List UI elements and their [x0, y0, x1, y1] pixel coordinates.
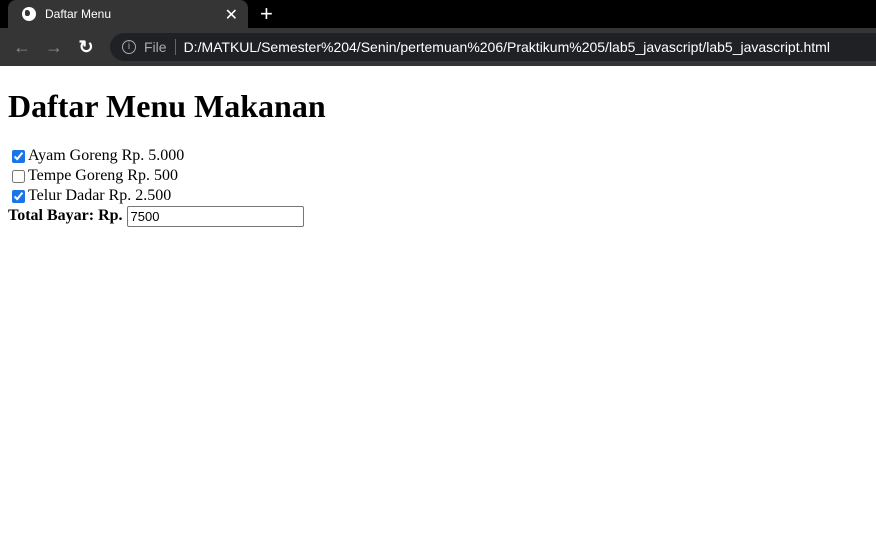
forward-button[interactable]: →	[38, 37, 70, 58]
item-label: Ayam Goreng Rp. 5.000	[28, 147, 185, 164]
page-title: Daftar Menu Makanan	[8, 88, 326, 124]
page-content: Daftar Menu Makanan Ayam Goreng Rp. 5.00…	[0, 88, 876, 227]
menu-item-ayam-goreng[interactable]: Ayam Goreng Rp. 5.000	[8, 146, 868, 166]
menu-item-telur-dadar[interactable]: Telur Dadar Rp. 2.500	[8, 186, 868, 206]
total-row: Total Bayar: Rp.	[8, 205, 868, 227]
close-tab-icon[interactable]: ✕	[225, 5, 238, 25]
globe-icon	[22, 7, 36, 21]
checkbox-tempe-goreng[interactable]	[12, 169, 25, 183]
browser-tab[interactable]: Daftar Menu ✕	[8, 0, 248, 28]
back-button[interactable]: ←	[6, 37, 38, 58]
browser-toolbar: ← → ↻ i File D:/MATKUL/Semester%204/Seni…	[0, 28, 876, 66]
item-label: Tempe Goreng Rp. 500	[28, 167, 178, 184]
tab-title: Daftar Menu	[45, 7, 112, 21]
total-input[interactable]	[126, 205, 304, 227]
reload-button[interactable]: ↻	[70, 37, 102, 58]
url-text: D:/MATKUL/Semester%204/Senin/pertemuan%2…	[183, 39, 830, 55]
item-label: Telur Dadar Rp. 2.500	[28, 187, 172, 204]
total-label: Total Bayar: Rp.	[8, 207, 123, 224]
checkbox-ayam-goreng[interactable]	[12, 149, 25, 163]
checkbox-telur-dadar[interactable]	[12, 189, 25, 203]
new-tab-button[interactable]: +	[260, 1, 273, 27]
address-bar[interactable]: i File D:/MATKUL/Semester%204/Senin/pert…	[110, 33, 876, 61]
menu-item-tempe-goreng[interactable]: Tempe Goreng Rp. 500	[8, 166, 868, 186]
address-prefix: File	[144, 39, 176, 55]
tab-strip: Daftar Menu ✕ +	[0, 0, 876, 28]
info-icon[interactable]: i	[122, 40, 136, 54]
